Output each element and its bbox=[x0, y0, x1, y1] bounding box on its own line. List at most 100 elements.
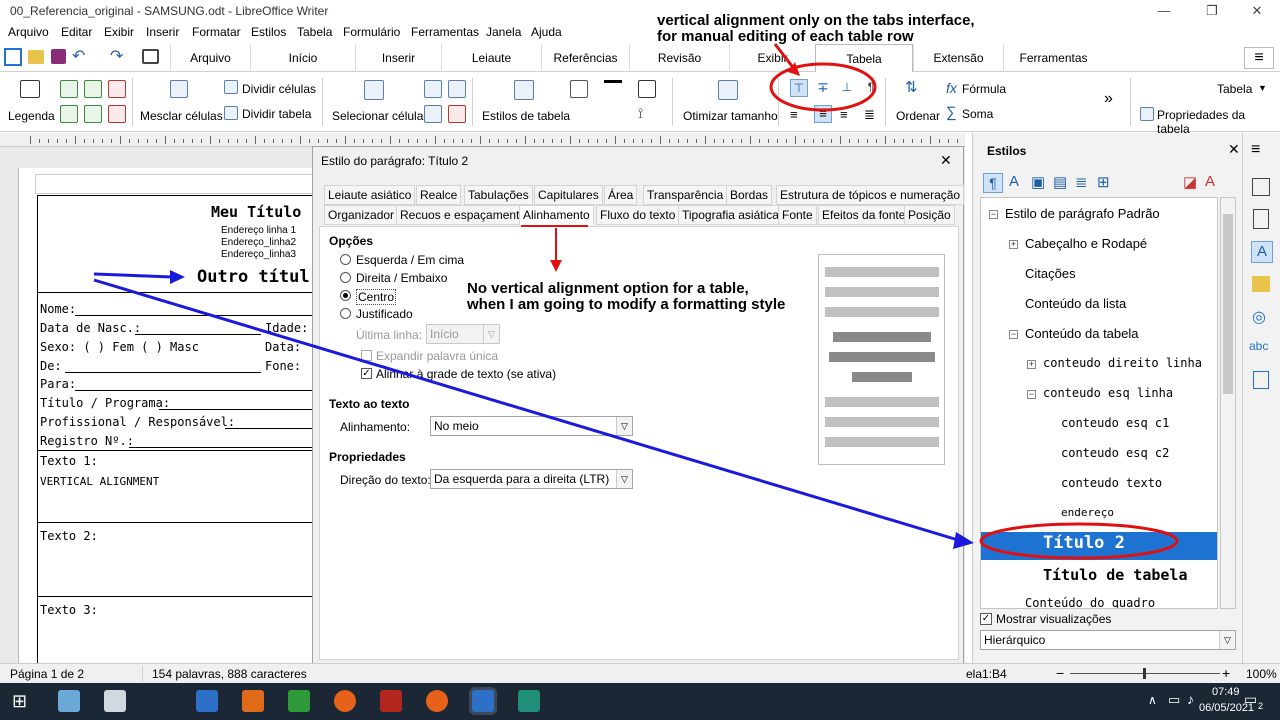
mesclar-celulas-label[interactable]: Mesclar células bbox=[140, 109, 223, 123]
align-center-vertical-icon[interactable]: ∓ bbox=[814, 79, 832, 97]
tab-exibir[interactable]: Exibir bbox=[729, 44, 815, 72]
clock-time[interactable]: 07:49 bbox=[1212, 686, 1240, 698]
save-icon[interactable] bbox=[51, 49, 66, 64]
select-column-icon[interactable] bbox=[448, 80, 466, 98]
paragraph-styles-icon[interactable]: ¶ bbox=[983, 173, 1003, 193]
select-table-icon[interactable] bbox=[424, 80, 442, 98]
tab-fonte[interactable]: Fonte bbox=[778, 205, 817, 225]
alinhar-grade-checkbox[interactable]: ✓ bbox=[361, 368, 372, 379]
delete-table-icon[interactable] bbox=[448, 105, 466, 123]
minimize-button[interactable]: — bbox=[1141, 0, 1187, 22]
align-bottom-icon[interactable]: ⊥ bbox=[838, 79, 856, 97]
split-table-icon[interactable] bbox=[224, 106, 238, 120]
tab-fluxo-texto[interactable]: Fluxo do texto bbox=[596, 205, 680, 225]
selecionar-celula-label[interactable]: Selecionar célula bbox=[332, 109, 423, 123]
delete-rows-icon[interactable] bbox=[108, 80, 126, 98]
background-color-icon[interactable]: ⟟ bbox=[638, 105, 643, 122]
tab-tipografia-asiatica[interactable]: Tipografia asiática bbox=[678, 205, 783, 225]
taskbar-notepad-icon[interactable] bbox=[104, 690, 126, 712]
menu-arquivo[interactable]: Arquivo bbox=[8, 25, 49, 39]
tab-recuos-espacamento[interactable]: Recuos e espaçamento bbox=[396, 205, 531, 225]
radio-justificado[interactable] bbox=[340, 308, 351, 319]
style-filter-select[interactable]: Hierárquico ▽ bbox=[980, 630, 1236, 650]
properties-icon[interactable] bbox=[1252, 178, 1270, 196]
styles-deck-icon[interactable]: A bbox=[1251, 241, 1273, 263]
new-style-icon[interactable]: A bbox=[1205, 173, 1215, 190]
direcao-texto-select[interactable]: Da esquerda para a direita (LTR) ▽ bbox=[430, 469, 633, 489]
formula-label[interactable]: Fórmula bbox=[962, 82, 1006, 96]
scrollbar-thumb[interactable] bbox=[1223, 214, 1233, 394]
border-color-icon[interactable] bbox=[638, 80, 656, 98]
table-properties-icon[interactable] bbox=[1140, 107, 1154, 121]
taskbar-writer-active-icon[interactable] bbox=[472, 690, 494, 712]
tray-chevron-icon[interactable]: ∧ bbox=[1148, 693, 1157, 707]
tab-area[interactable]: Área bbox=[604, 185, 638, 205]
manage-changes-icon[interactable]: abc bbox=[1249, 339, 1268, 353]
radio-esquerda[interactable] bbox=[340, 254, 351, 265]
tab-inicio[interactable]: Início bbox=[250, 44, 355, 72]
taskbar-impress-icon[interactable] bbox=[242, 690, 264, 712]
taskbar-firefox-icon[interactable] bbox=[334, 690, 356, 712]
expandir-checkbox[interactable] bbox=[361, 350, 372, 361]
styles-tree[interactable]: − Estilo de parágrafo Padrão + Cabeçalho e … bbox=[980, 197, 1218, 609]
insert-rows-above-icon[interactable] bbox=[60, 80, 78, 98]
collapse-icon[interactable]: − bbox=[1027, 390, 1036, 399]
horizontal-ruler[interactable] bbox=[0, 133, 965, 147]
tab-tabela[interactable]: Tabela bbox=[815, 44, 913, 73]
sum-icon[interactable]: ∑ bbox=[946, 104, 957, 121]
collapse-icon[interactable]: − bbox=[1009, 330, 1018, 339]
design-icon[interactable] bbox=[1253, 371, 1269, 389]
gallery-icon[interactable] bbox=[1252, 276, 1270, 292]
legenda-label[interactable]: Legenda bbox=[8, 109, 55, 123]
more-options-icon[interactable]: » bbox=[1104, 90, 1113, 108]
expand-icon[interactable]: + bbox=[1027, 360, 1036, 369]
tab-realce[interactable]: Realce bbox=[416, 185, 462, 205]
align-right-icon[interactable]: ≡ bbox=[840, 107, 848, 122]
borders-icon[interactable] bbox=[570, 80, 588, 98]
tab-alinhamento[interactable]: Alinhamento bbox=[519, 205, 594, 225]
taskbar-app-red-icon[interactable] bbox=[380, 690, 402, 712]
caption-icon[interactable] bbox=[20, 80, 40, 98]
page-styles-icon[interactable]: ▤ bbox=[1053, 173, 1067, 191]
tab-ferramentas[interactable]: Ferramentas bbox=[1003, 44, 1103, 72]
sidebar-toggle-icon[interactable] bbox=[4, 48, 22, 66]
select-cell-icon[interactable] bbox=[364, 80, 384, 100]
menu-ajuda[interactable]: Ajuda bbox=[531, 25, 562, 39]
table-styles-icon[interactable] bbox=[514, 80, 534, 100]
chevron-down-icon[interactable]: ▼ bbox=[1258, 83, 1267, 93]
align-left-icon[interactable]: ≡ bbox=[790, 107, 798, 122]
border-style-icon[interactable] bbox=[604, 80, 622, 83]
hamburger-menu-icon[interactable]: ≡ bbox=[1244, 47, 1274, 69]
close-button[interactable]: ✕ bbox=[1234, 0, 1280, 22]
sidebar-close-icon[interactable]: ✕ bbox=[1228, 141, 1240, 158]
form-table[interactable] bbox=[37, 195, 315, 665]
page-icon[interactable] bbox=[1253, 209, 1269, 229]
style-tree-row[interactable] bbox=[981, 262, 1217, 290]
tab-leiaute[interactable]: Leiaute bbox=[441, 44, 541, 72]
radio-centro[interactable] bbox=[340, 290, 351, 301]
menu-janela[interactable]: Janela bbox=[486, 25, 521, 39]
align-center-icon[interactable]: ≡ bbox=[814, 105, 832, 123]
tab-efeitos-fonte[interactable]: Efeitos da fonte bbox=[818, 205, 910, 225]
otimizar-tamanho-label[interactable]: Otimizar tamanho bbox=[683, 109, 778, 123]
frame-styles-icon[interactable]: ▣ bbox=[1031, 173, 1045, 191]
expand-icon[interactable]: + bbox=[1009, 240, 1018, 249]
select-row-icon[interactable] bbox=[424, 105, 442, 123]
split-cells-icon[interactable] bbox=[224, 80, 238, 94]
maximize-button[interactable]: ❐ bbox=[1189, 0, 1235, 22]
justify-icon[interactable]: ≣ bbox=[864, 107, 875, 123]
tab-organizador[interactable]: Organizador bbox=[324, 205, 399, 225]
print-icon[interactable] bbox=[142, 49, 159, 64]
redo-icon[interactable]: ↷ bbox=[110, 46, 123, 66]
tab-revisao[interactable]: Revisão bbox=[629, 44, 729, 72]
sidebar-menu-icon[interactable]: ≡ bbox=[1251, 141, 1260, 159]
insert-columns-before-icon[interactable] bbox=[60, 105, 78, 123]
collapse-icon[interactable]: − bbox=[989, 210, 998, 219]
soma-label[interactable]: Soma bbox=[962, 107, 993, 121]
document-page[interactable]: Meu Título Endereço linha 1 Endereço_lin… bbox=[18, 168, 315, 665]
open-icon[interactable] bbox=[28, 50, 44, 64]
radio-justificado-label[interactable]: Justificado bbox=[356, 307, 413, 321]
formula-icon[interactable]: fx bbox=[946, 80, 957, 96]
fill-format-icon[interactable]: ◪ bbox=[1183, 173, 1197, 191]
estilos-de-tabela-label[interactable]: Estilos de tabela bbox=[482, 109, 570, 123]
